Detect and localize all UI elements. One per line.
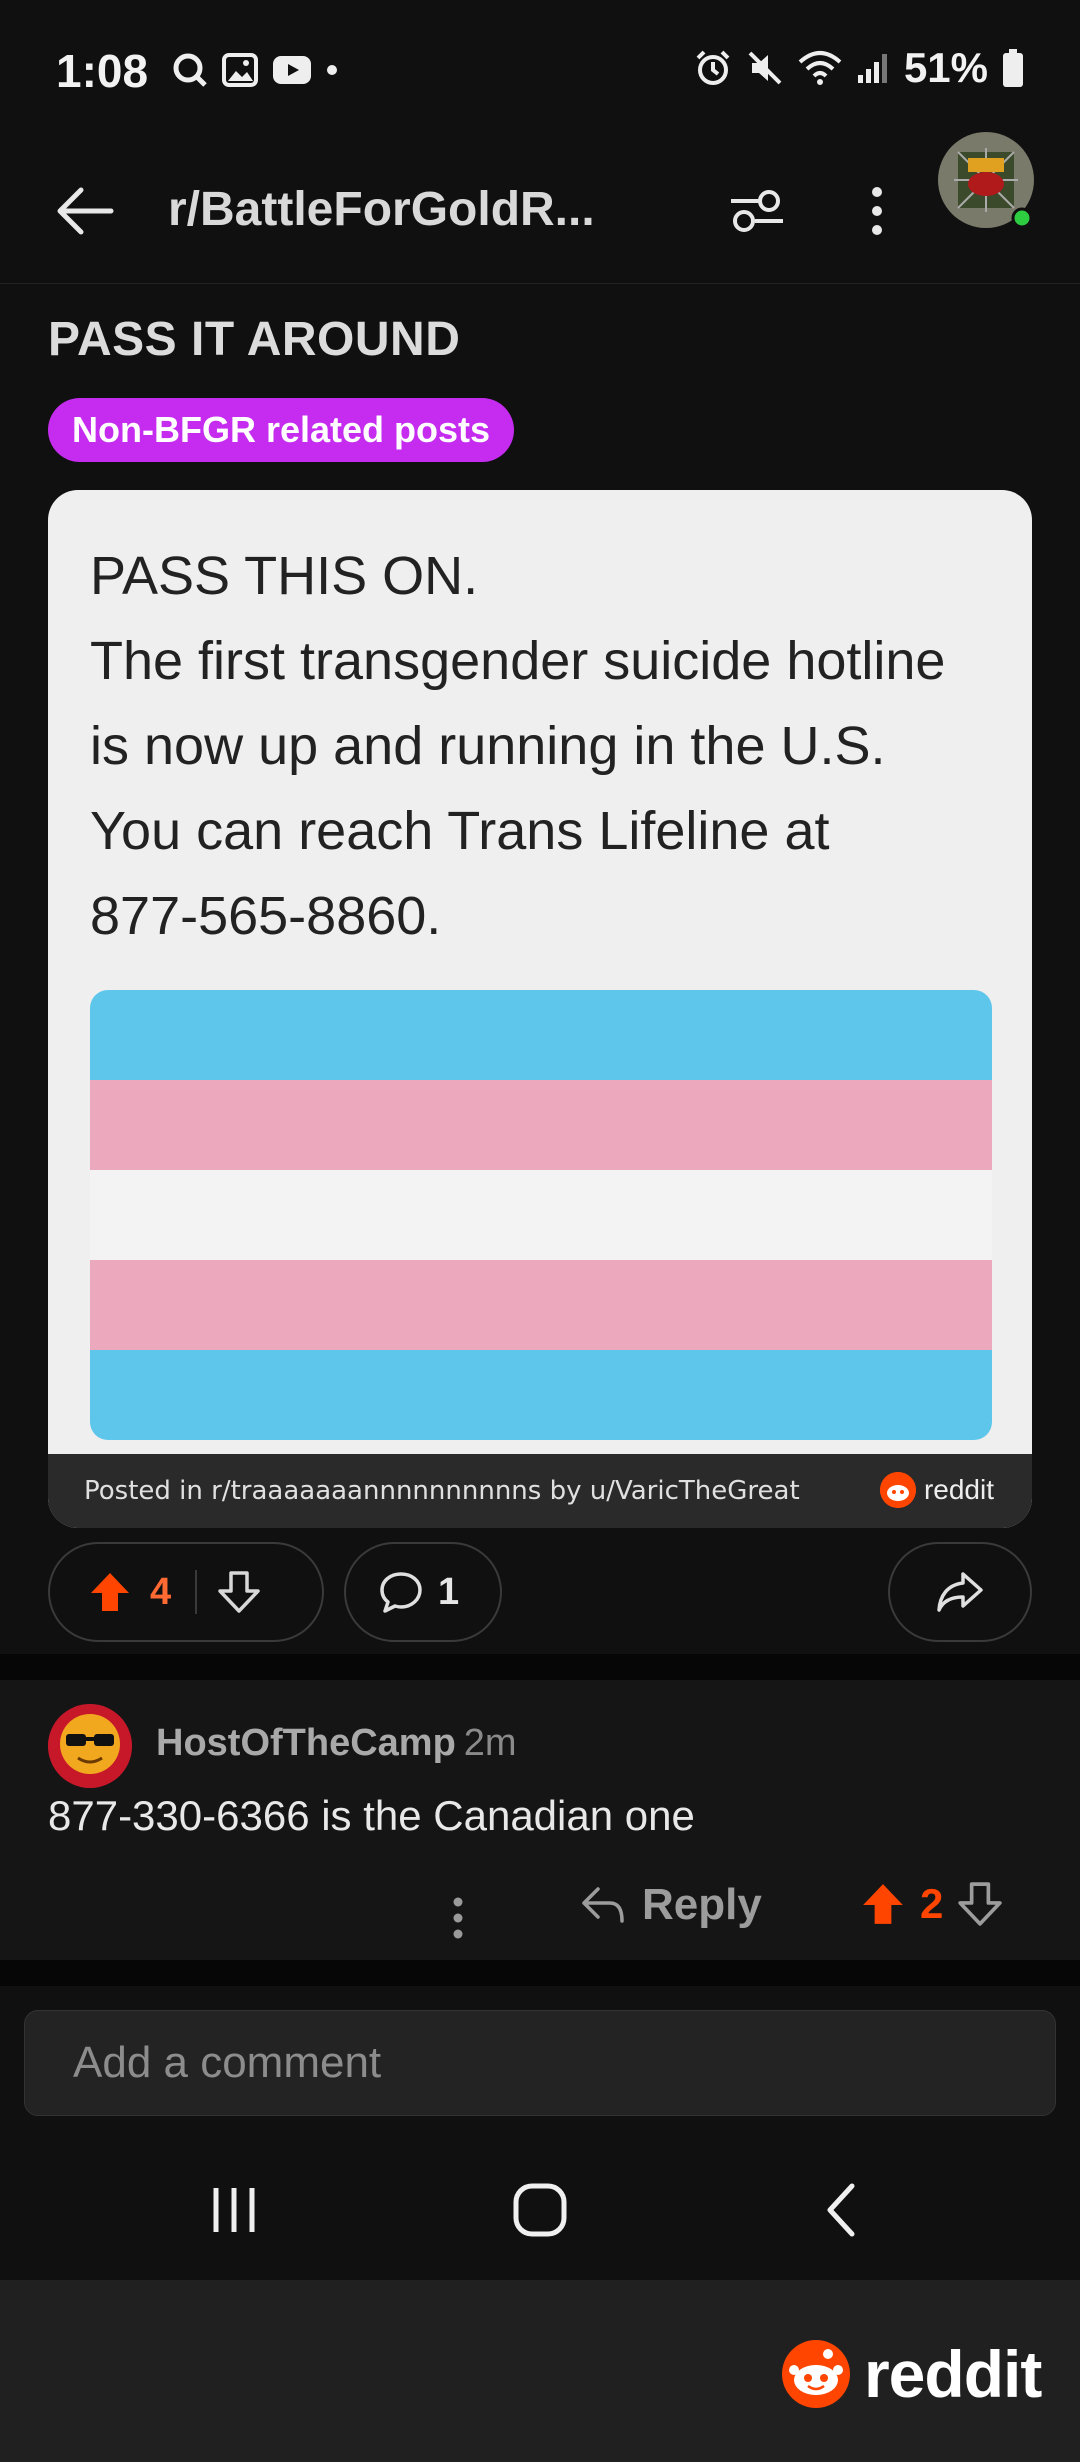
post-flair[interactable]: Non-BFGR related posts [48, 398, 515, 462]
youtube-notification-icon [272, 55, 312, 85]
comment-item: HostOfTheCamp 2m 877-330-6366 is the Cana… [0, 1680, 1080, 1960]
flag-stripe-pink [90, 1260, 992, 1350]
battery-icon [1002, 48, 1024, 88]
add-comment-input[interactable]: Add a comment [24, 2010, 1056, 2116]
search-notification-icon [172, 52, 208, 88]
reddit-logo-icon [879, 1472, 916, 1508]
comment-more-icon[interactable] [438, 1888, 478, 1948]
system-nav-bar [0, 2140, 1080, 2280]
add-comment-placeholder: Add a comment [73, 2038, 382, 2087]
comment-vote-count: 2 [920, 1880, 944, 1927]
alarm-icon [694, 49, 732, 87]
signal-icon [856, 51, 890, 85]
reddit-watermark: reddit [780, 2336, 1042, 2412]
flag-stripe-white [90, 1170, 992, 1260]
post-vote-count: 4 [150, 1570, 172, 1613]
comment-upvote-filled-icon[interactable] [860, 1881, 906, 1927]
image-text-line: The first transgender suicide hotline [90, 631, 946, 691]
flag-stripe-blue [90, 1350, 992, 1440]
image-text-line: PASS THIS ON. [90, 546, 479, 606]
more-notifications-dot-icon [326, 64, 338, 76]
gallery-notification-icon [222, 53, 258, 87]
flag-stripe-blue [90, 990, 992, 1080]
mute-icon [746, 49, 784, 87]
comment-author[interactable]: HostOfTheCamp [156, 1722, 456, 1764]
vote-separator [195, 1570, 198, 1614]
comment-downvote-icon[interactable] [957, 1881, 1003, 1927]
commenter-avatar[interactable] [48, 1704, 132, 1788]
reddit-snoo-icon [780, 2338, 852, 2410]
home-icon[interactable] [512, 2182, 568, 2238]
section-divider [0, 1654, 1080, 1680]
image-text-line: You can reach Trans Lifeline at [90, 801, 830, 861]
downvote-icon[interactable] [217, 1570, 261, 1614]
post-title: PASS IT AROUND [48, 313, 461, 366]
wifi-icon [798, 50, 842, 86]
system-back-icon[interactable] [822, 2180, 862, 2240]
image-text-line: 877-565-8860. [90, 886, 442, 946]
posted-in-text: Posted in r/traaaaaaannnnnnnnnns by u/Va… [84, 1476, 800, 1506]
comment-votes: 2 [860, 1880, 1003, 1928]
status-system-icons: 51% [694, 44, 1024, 92]
comment-body: 877-330-6366 is the Canadian one [48, 1792, 695, 1839]
post-vote-pill: 4 [48, 1542, 324, 1642]
flag-stripe-pink [90, 1080, 992, 1170]
subreddit-title[interactable]: r/BattleForGoldR... [168, 182, 595, 237]
reddit-mini-label: reddit [923, 1474, 994, 1505]
reply-button[interactable]: Reply [580, 1880, 762, 1930]
reply-label: Reply [642, 1880, 762, 1929]
comment-author-line: HostOfTheCamp 2m [156, 1722, 517, 1765]
reddit-watermark-label: reddit [864, 2337, 1042, 2411]
app-header: r/BattleForGoldR... [0, 140, 1080, 284]
status-notification-icons [172, 52, 338, 88]
recent-apps-icon[interactable] [210, 2184, 262, 2236]
comment-count: 1 [438, 1570, 460, 1613]
upvote-filled-icon[interactable] [88, 1570, 132, 1614]
image-text-line: is now up and running in the U.S. [90, 716, 886, 776]
share-button[interactable] [888, 1542, 1032, 1642]
user-avatar[interactable] [936, 130, 1036, 235]
comments-button[interactable]: 1 [344, 1542, 502, 1642]
transgender-flag [90, 990, 992, 1440]
back-arrow-icon[interactable] [50, 176, 120, 246]
sort-filter-icon[interactable] [722, 176, 792, 246]
comment-bubble-icon [378, 1570, 424, 1614]
comment-time: 2m [463, 1722, 517, 1764]
reddit-mini-badge: reddit [879, 1472, 994, 1508]
posted-in-bar: Posted in r/traaaaaaannnnnnnnnns by u/Va… [48, 1454, 1032, 1528]
reply-arrow-icon [580, 1885, 626, 1925]
section-divider [0, 1960, 1080, 1986]
status-bar: 1:08 51% [0, 0, 1080, 140]
more-options-icon[interactable] [852, 176, 902, 246]
share-arrow-icon [935, 1570, 985, 1614]
post-image-text: PASS THIS ON. The first transgender suic… [90, 534, 1010, 959]
status-time: 1:08 [56, 45, 149, 97]
reddit-watermark-bar: reddit [0, 2280, 1080, 2462]
post-image[interactable]: PASS THIS ON. The first transgender suic… [48, 490, 1032, 1528]
battery-percent: 51% [903, 44, 988, 91]
